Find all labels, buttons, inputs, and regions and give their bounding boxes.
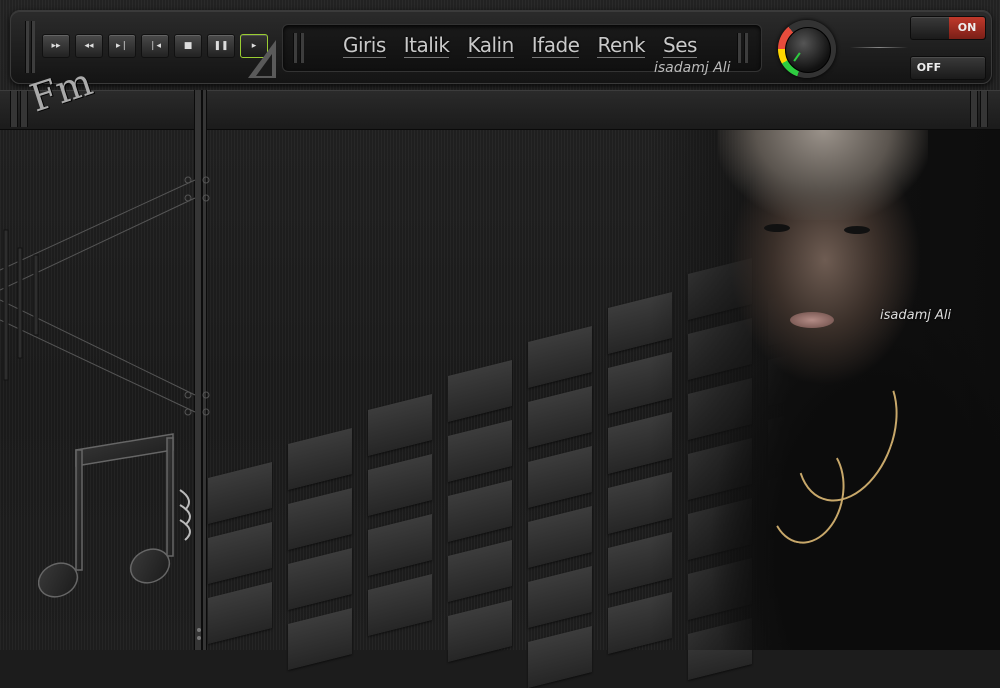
stop-button[interactable]: ■	[174, 34, 202, 58]
off-toggle[interactable]: OFF	[910, 56, 986, 80]
pause-button[interactable]: ❚❚	[207, 34, 235, 58]
grip-handle	[300, 33, 304, 63]
portrait-lips	[790, 312, 834, 328]
rewind-button[interactable]: ◂◂	[75, 34, 103, 58]
on-toggle[interactable]: ON	[910, 16, 986, 40]
volume-knob[interactable]	[785, 27, 831, 73]
menu-item-giris[interactable]: Giris	[343, 33, 386, 58]
menu-signature: isadamj Ali	[654, 60, 731, 76]
menu-item-ifade[interactable]: Ifade	[531, 33, 580, 58]
main-menu: Giris Italik Kalin Ifade Renk Ses	[343, 33, 697, 58]
off-label: OFF	[916, 61, 942, 74]
skip-back-button[interactable]: ❘◂	[141, 34, 169, 58]
grip-handle	[744, 33, 748, 63]
grip-handle	[31, 21, 35, 73]
portrait-hair	[718, 130, 928, 220]
string-lines-decoration	[0, 176, 210, 416]
grip-handle	[980, 91, 988, 127]
secondary-bar	[0, 90, 1000, 130]
menu-item-ses[interactable]: Ses	[663, 33, 697, 58]
grip-handle	[293, 33, 297, 63]
menu-item-italik[interactable]: Italik	[403, 33, 450, 58]
menu-item-kalin[interactable]: Kalin	[467, 33, 514, 58]
on-label: ON	[949, 17, 985, 39]
photo-signature: isadamj Ali	[880, 308, 952, 323]
fast-forward-button[interactable]: ▸▸	[42, 34, 70, 58]
grip-handle	[737, 33, 741, 63]
playback-controls: ▸▸ ◂◂ ▸❘ ❘◂ ■ ❚❚ ▸	[42, 34, 268, 58]
grip-handle	[970, 91, 978, 127]
grip-handle	[10, 91, 18, 127]
corner-triangle-inner	[256, 54, 272, 76]
divider	[850, 47, 908, 48]
menu-item-renk[interactable]: Renk	[597, 33, 646, 58]
portrait-eye	[844, 226, 870, 234]
grip-handle	[25, 21, 29, 73]
grip-handle	[20, 91, 28, 127]
skip-forward-button[interactable]: ▸❘	[108, 34, 136, 58]
portrait-eye	[764, 224, 790, 232]
treble-wave-icon	[179, 489, 201, 640]
